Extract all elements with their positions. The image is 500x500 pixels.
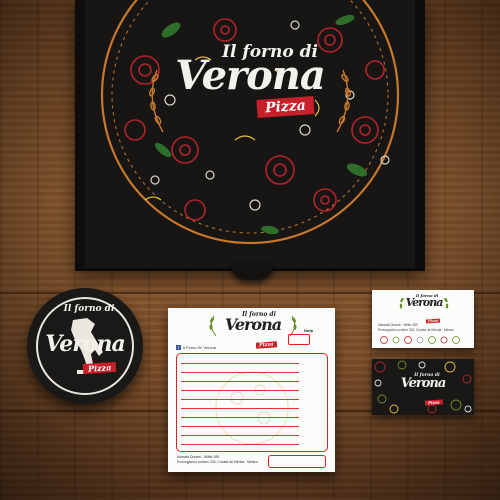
crust-inner — [111, 0, 389, 234]
notepad-facebook-label: Il Forno Di' Verona — [183, 345, 217, 350]
notepad-logo: Il forno di Verona Pizza — [218, 311, 288, 351]
order-line — [181, 372, 299, 373]
notepad-note-label: Nota — [304, 328, 313, 333]
order-line — [181, 399, 299, 400]
coaster-logo: Il forno di Verona Pizza — [37, 304, 133, 376]
pizza-illustration — [100, 0, 400, 245]
card-logo-name: Verona — [405, 296, 444, 309]
card-line-1: Marsala Duranti - Wilfer 289 — [378, 323, 418, 327]
order-line — [181, 408, 299, 409]
order-line — [181, 381, 299, 382]
coaster-logo-ribbon: Pizza — [83, 361, 117, 375]
notepad-address-2: Prolongación ocótero 332, Ciudad de Méri… — [177, 460, 258, 464]
order-line — [181, 444, 299, 445]
business-card-back: Il forno di Verona Pizza — [372, 359, 474, 415]
total-box — [268, 455, 326, 468]
coaster-logo-name: Verona — [45, 331, 126, 357]
notepad-logo-name: Verona — [224, 315, 282, 334]
card-back-logo: Il forno di Verona Pizza — [394, 373, 452, 409]
box-logo: Il forno di Verona Pizza — [160, 42, 340, 118]
business-card-front: Il forno di Verona Pizza Marsala Duranti… — [372, 290, 474, 348]
logo-name: Verona — [175, 52, 326, 99]
order-line — [181, 426, 299, 427]
coaster-logo-script: Il forno di — [63, 304, 115, 314]
facebook-icon: f — [176, 345, 181, 351]
card-logo: Il forno di Verona Pizza — [399, 293, 449, 327]
card-veggie-strip — [380, 336, 460, 344]
coaster: Il forno di Verona Pizza — [27, 288, 143, 404]
card-back-logo-ribbon: Pizza — [425, 399, 443, 406]
note-box — [288, 334, 310, 345]
order-lines-box — [176, 353, 328, 452]
pizza-box: Il forno di Verona Pizza — [75, 0, 425, 271]
notepad-address-1: Marsala Duranti - Wilfer 289 — [177, 455, 220, 459]
order-line — [181, 417, 299, 418]
logo-ribbon: Pizza — [256, 96, 314, 118]
notepad-facebook: f Il Forno Di' Verona — [176, 345, 217, 351]
card-back-logo-name: Verona — [400, 376, 447, 391]
notepad-logo-ribbon: Pizza — [255, 341, 277, 349]
order-line — [181, 363, 299, 364]
box-lid-tab — [230, 262, 274, 280]
card-logo-ribbon: Pizza — [425, 318, 441, 324]
order-line — [181, 435, 299, 436]
card-line-2: Prolongación ocótero 332, Ciudad de Méri… — [378, 328, 455, 332]
order-notepad: Il forno di Verona Pizza f Il Forno Di' V… — [168, 308, 335, 472]
order-line — [181, 390, 299, 391]
